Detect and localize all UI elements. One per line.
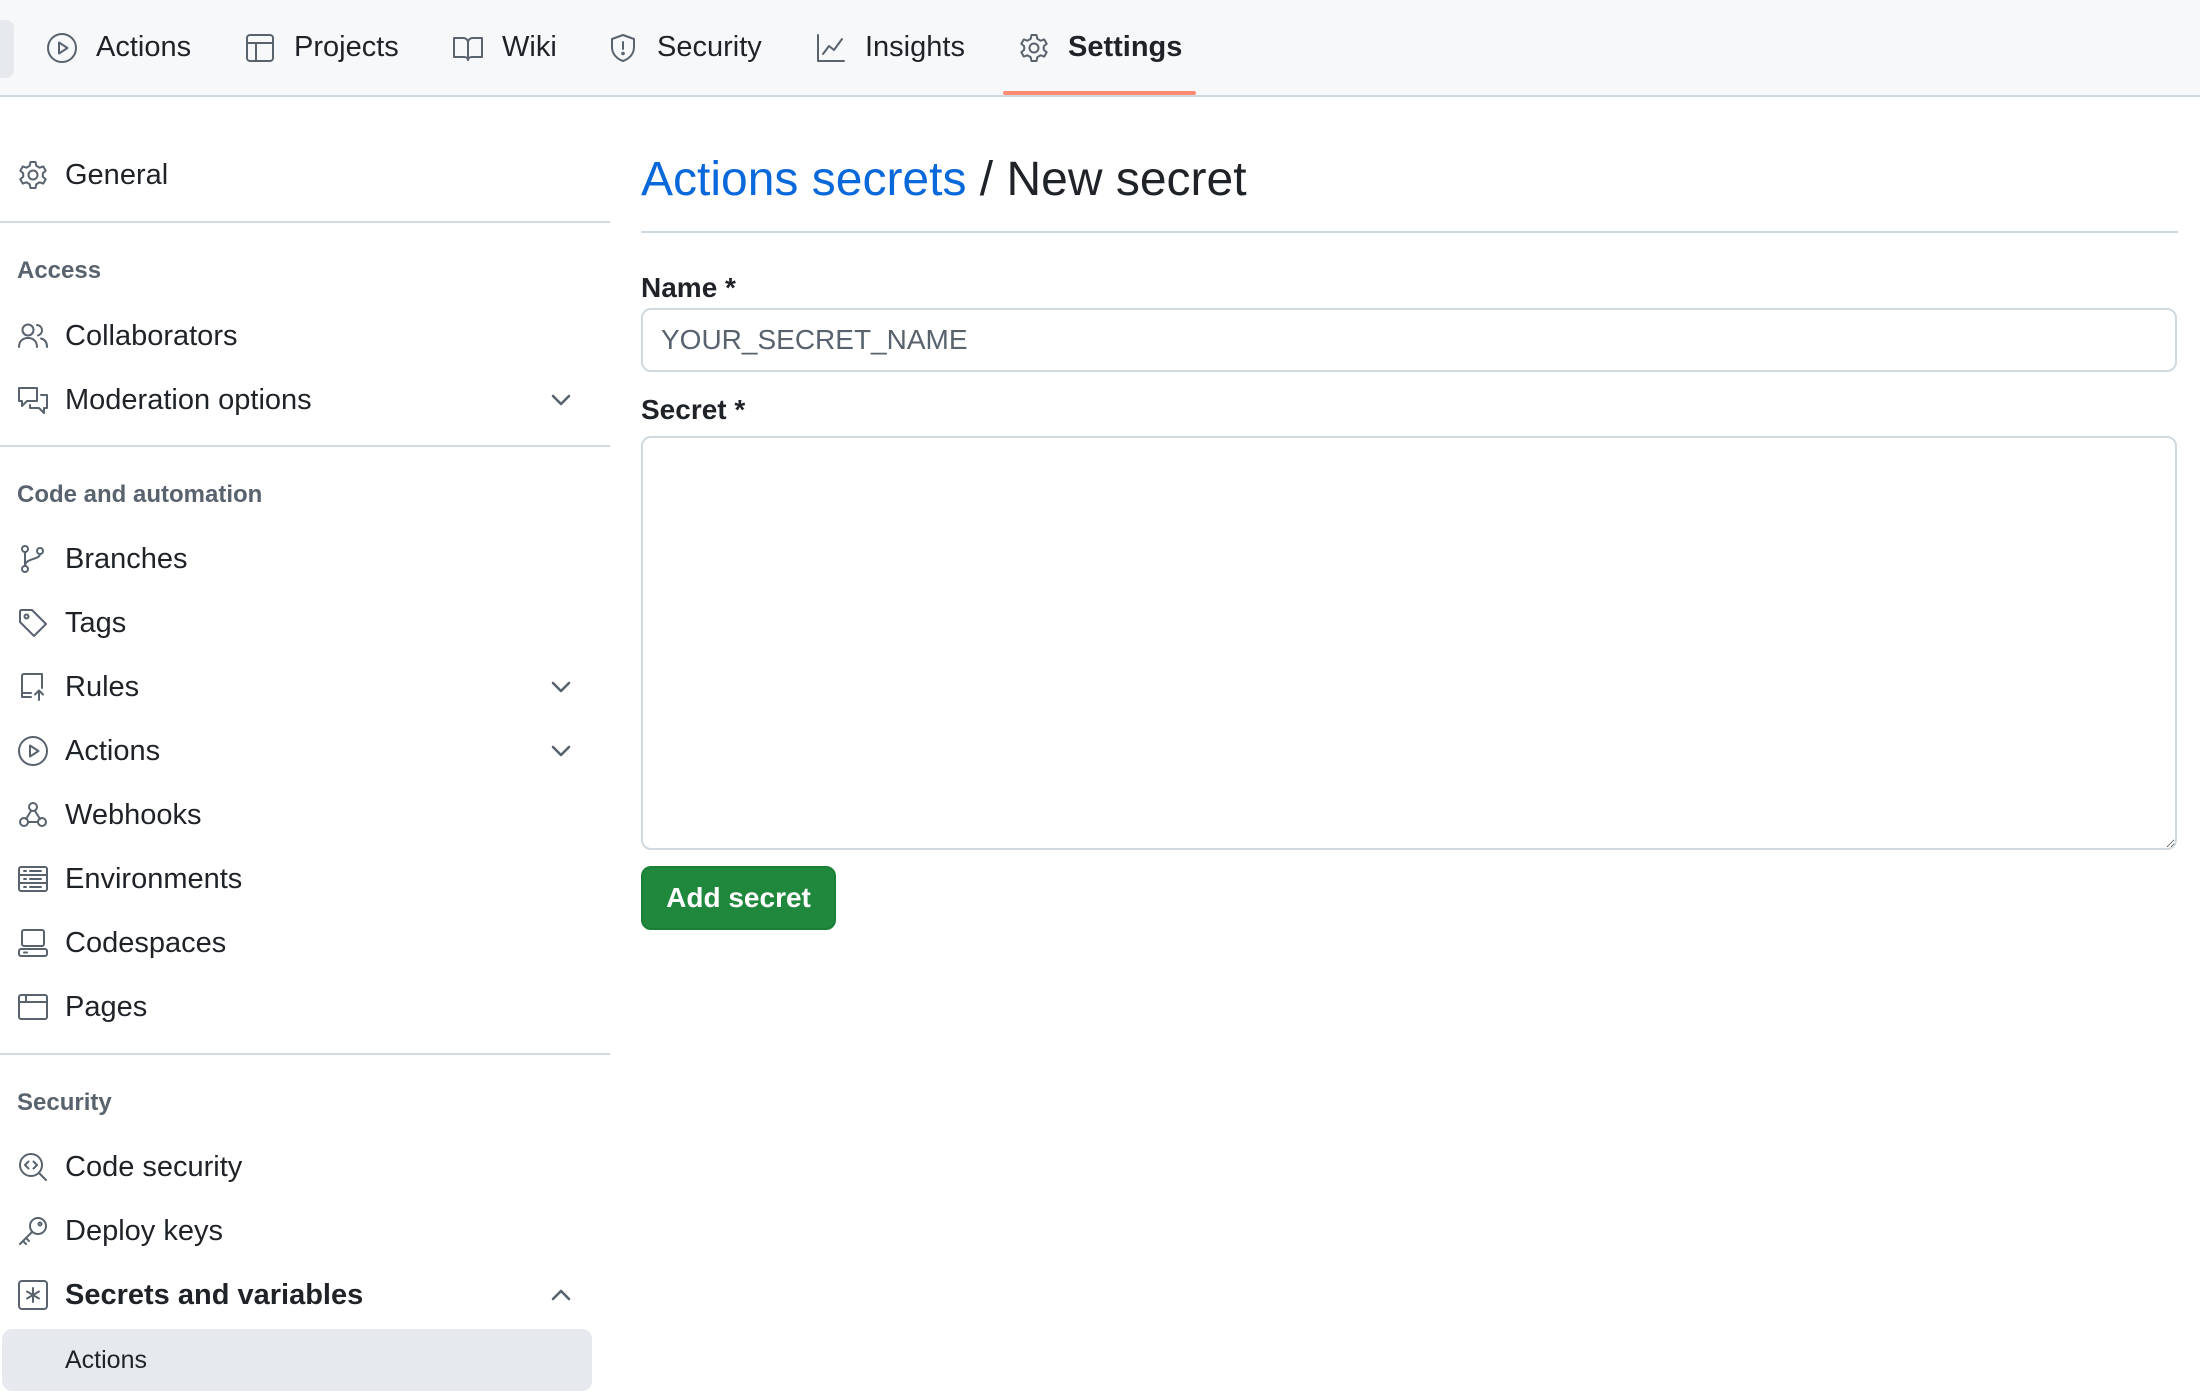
- sidebar-item-label: Moderation options: [65, 383, 312, 416]
- tab-actions[interactable]: Actions: [46, 0, 191, 95]
- secret-label: Secret *: [641, 394, 746, 425]
- nav-overflow-tab[interactable]: [0, 20, 14, 78]
- sidebar-item-label: Branches: [65, 542, 188, 575]
- tab-security[interactable]: Security: [607, 0, 762, 95]
- sidebar-item-label: Rules: [65, 670, 140, 703]
- sidebar-item-codespaces[interactable]: Codespaces: [0, 913, 610, 973]
- sidebar-divider: [0, 445, 610, 447]
- sidebar-item-collaborators[interactable]: Collaborators: [0, 306, 610, 366]
- sidebar-item-general[interactable]: General: [0, 145, 610, 205]
- sidebar-item-label: Tags: [65, 606, 127, 639]
- sidebar-divider: [0, 221, 610, 223]
- sidebar-item-actions[interactable]: Actions: [0, 721, 610, 781]
- tab-wiki[interactable]: Wiki: [452, 0, 557, 95]
- page-title: Actions secrets / New secret: [641, 152, 1247, 207]
- page-title-text: / New secret: [966, 153, 1247, 206]
- tab-projects[interactable]: Projects: [244, 0, 399, 95]
- sidebar-item-environments[interactable]: Environments: [0, 849, 610, 909]
- tab-insights[interactable]: Insights: [815, 0, 965, 95]
- sidebar-divider: [0, 1053, 610, 1055]
- tab-label: Security: [657, 31, 762, 63]
- tab-label: Settings: [1068, 31, 1183, 63]
- sidebar-subitem-label: Actions: [65, 1345, 147, 1374]
- graph-icon: [815, 32, 847, 64]
- tab-label: Actions: [96, 31, 192, 63]
- chevron-up-icon[interactable]: [548, 1282, 574, 1308]
- tab-label: Projects: [294, 31, 399, 63]
- sidebar-item-moderation-options[interactable]: Moderation options: [0, 370, 610, 430]
- table-icon: [244, 32, 276, 64]
- sidebar-item-label: Code security: [65, 1150, 243, 1183]
- sidebar-item-tags[interactable]: Tags: [0, 593, 610, 653]
- sidebar-item-label: Secrets and variables: [65, 1278, 364, 1311]
- sidebar-item-secrets-and-variables[interactable]: Secrets and variables: [0, 1265, 610, 1325]
- sidebar-heading-access: Access: [17, 257, 102, 284]
- sidebar-item-label: General: [65, 158, 169, 191]
- sidebar-item-deploy-keys[interactable]: Deploy keys: [0, 1201, 610, 1261]
- sidebar-item-pages[interactable]: Pages: [0, 977, 610, 1037]
- title-divider: [641, 231, 2178, 233]
- name-label: Name *: [641, 272, 736, 303]
- gear-icon: [1018, 32, 1050, 64]
- sidebar-item-webhooks[interactable]: Webhooks: [0, 785, 610, 845]
- book-icon: [452, 32, 484, 64]
- secret-value-textarea[interactable]: [641, 436, 2177, 850]
- sidebar-item-code-security[interactable]: Code security: [0, 1137, 610, 1197]
- sidebar-item-label: Deploy keys: [65, 1214, 223, 1247]
- sidebar-item-label: Collaborators: [65, 319, 238, 352]
- breadcrumb-link-actions-secrets[interactable]: Actions secrets: [641, 153, 966, 206]
- sidebar-item-label: Pages: [65, 990, 148, 1023]
- chevron-down-icon[interactable]: [548, 674, 574, 700]
- chevron-down-icon[interactable]: [548, 387, 574, 413]
- play-icon: [46, 32, 78, 64]
- sidebar-heading-security: Security: [17, 1089, 112, 1116]
- sidebar-item-label: Codespaces: [65, 926, 227, 959]
- sidebar-item-label: Environments: [65, 862, 243, 895]
- repo-nav: Actions Projects Wiki Security Insights …: [0, 0, 2200, 97]
- sidebar-item-branches[interactable]: Branches: [0, 529, 610, 589]
- secret-name-input[interactable]: [641, 308, 2177, 372]
- add-secret-button[interactable]: Add secret: [641, 866, 836, 930]
- sidebar-item-rules[interactable]: Rules: [0, 657, 610, 717]
- selected-tab-underline: [1003, 91, 1196, 95]
- shield-icon: [607, 32, 639, 64]
- chevron-down-icon[interactable]: [548, 738, 574, 764]
- tab-settings[interactable]: Settings: [1018, 0, 1182, 95]
- settings-sidebar: General Access Collaborators Moderation …: [0, 97, 610, 1400]
- tab-label: Wiki: [502, 31, 557, 63]
- tab-label: Insights: [865, 31, 965, 63]
- sidebar-subitem-actions[interactable]: Actions: [2, 1329, 592, 1391]
- sidebar-item-label: Webhooks: [65, 798, 202, 831]
- sidebar-heading-code-automation: Code and automation: [17, 481, 263, 508]
- sidebar-item-label: Actions: [65, 734, 161, 767]
